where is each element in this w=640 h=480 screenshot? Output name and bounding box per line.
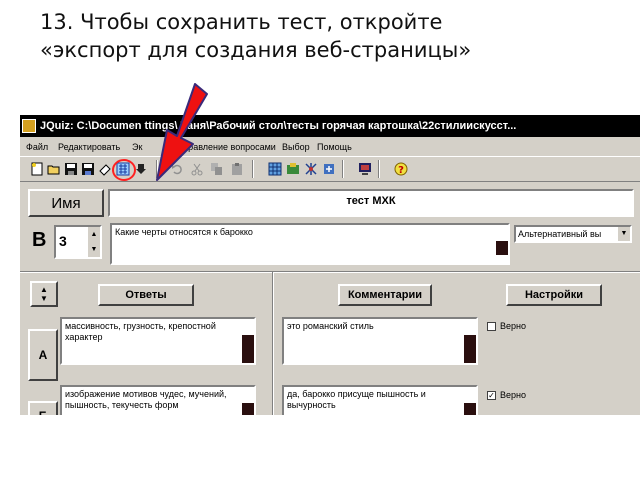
save-as-icon[interactable] [81,162,95,176]
slide-title: 13. Чтобы сохранить тест, откройте «эксп… [40,8,630,64]
book-icon[interactable] [286,162,300,176]
menu-help[interactable]: Помощь [317,139,352,155]
download-icon[interactable] [134,162,148,176]
window-title: JQuiz: C:\Documen ttings\ Таня\Рабочий с… [40,120,517,132]
question-type-select[interactable]: Альтернативный вы ▼ [514,225,632,243]
comment-b-text: да, барокко присуще пышность и вычурност… [287,389,426,410]
column-divider-highlight [273,272,274,415]
test-title-text: тест МХК [346,195,396,207]
answer-a-field[interactable]: массивность, грузность, крепостной харак… [60,317,256,365]
open-folder-icon[interactable] [47,162,61,176]
answer-b-field[interactable]: изображение мотивов чудес, мучений, пышн… [60,385,256,415]
answer-a-text: массивность, грузность, крепостной харак… [65,321,216,342]
menu-bar: Файл Редактировать Эк Управление вопроса… [20,139,640,155]
comment-b-field[interactable]: да, барокко присуще пышность и вычурност… [282,385,478,415]
toolbar-separator [342,160,344,178]
toolbar-separator [378,160,380,178]
slide-title-line-2: «экспорт для создания веб-страницы» [40,38,472,62]
jquiz-window: JQuiz: C:\Documen ttings\ Таня\Рабочий с… [20,115,640,415]
question-number-field[interactable]: 3 ▲ ▼ [54,225,102,259]
menu-export[interactable]: Эк [132,139,142,155]
paste-icon[interactable] [230,162,244,176]
answer-b-text: изображение мотивов чудес, мучений, пышн… [65,389,227,410]
question-number: 3 [59,233,67,249]
question-label: В [32,229,47,251]
menu-file[interactable]: Файл [26,139,48,155]
red-pointer-arrow-icon [156,83,208,181]
answer-letter-b: Б [28,401,58,415]
name-label: Имя [28,189,104,217]
correct-b-checkbox[interactable]: ✓ [487,391,496,400]
svg-text:?: ? [398,165,404,176]
app-icon [22,119,36,133]
toolbar-separator [252,160,254,178]
help-icon[interactable]: ? [394,162,408,176]
comment-b-scrollbar[interactable] [464,403,476,415]
arrow-down-icon: ▼ [40,294,48,303]
toolbar: ? [20,156,640,182]
arrow-up-icon: ▲ [40,285,48,294]
question-type-value: Альтернативный вы [518,229,602,239]
highlight-circle [112,159,136,181]
spin-up-icon[interactable]: ▲ [88,227,100,242]
spin-down-icon[interactable]: ▼ [88,242,100,257]
menu-options[interactable]: Выбор [282,139,310,155]
tree-icon[interactable] [304,162,318,176]
question-text-field[interactable]: Какие черты относятся к барокко [110,223,510,265]
chevron-down-icon[interactable]: ▼ [618,227,630,241]
test-title-field[interactable]: тест МХК [108,189,634,217]
question-scrollbar[interactable] [496,241,508,255]
grid-icon[interactable] [268,162,282,176]
section-divider-highlight [20,272,640,273]
comment-a-field[interactable]: это романский стиль [282,317,478,365]
answers-button[interactable]: Ответы [98,284,194,306]
comment-a-scrollbar[interactable] [464,335,476,363]
answer-b-scrollbar[interactable] [242,403,254,415]
new-file-icon[interactable] [30,162,44,176]
settings-icon[interactable] [322,162,336,176]
answer-letter-a: А [28,329,58,381]
slide-title-line-1: 13. Чтобы сохранить тест, откройте [40,10,443,34]
comments-button[interactable]: Комментарии [338,284,432,306]
reorder-arrows-button[interactable]: ▲ ▼ [30,281,58,307]
question-text: Какие черты относятся к барокко [115,227,253,237]
settings-button[interactable]: Настройки [506,284,602,306]
correct-b-label: Верно [500,390,526,400]
correct-a-label: Верно [500,321,526,331]
menu-edit[interactable]: Редактировать [58,139,120,155]
window-titlebar[interactable]: JQuiz: C:\Documen ttings\ Таня\Рабочий с… [20,115,640,137]
comment-a-text: это романский стиль [287,321,374,331]
monitor-icon[interactable] [358,162,372,176]
save-icon[interactable] [64,162,78,176]
answer-a-scrollbar[interactable] [242,335,254,363]
eraser-icon[interactable] [98,162,112,176]
correct-a-checkbox[interactable] [487,322,496,331]
